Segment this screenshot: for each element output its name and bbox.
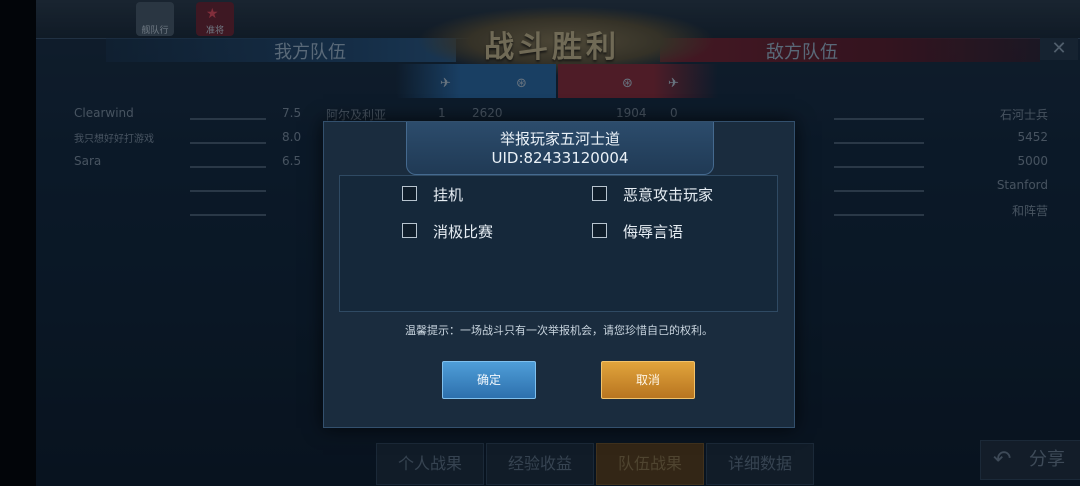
checkbox[interactable]	[402, 223, 417, 238]
player-uid: UID:82433120004	[491, 149, 629, 167]
cancel-button[interactable]: 取消	[601, 361, 695, 399]
option-label: 恶意攻击玩家	[623, 186, 714, 204]
checkbox[interactable]	[592, 223, 607, 238]
report-tip: 温馨提示：一场战斗只有一次举报机会，请您珍惜自己的权利。	[405, 324, 713, 337]
option-label: 挂机	[433, 186, 464, 204]
dialog-header: 举报玩家五河士道 UID:82433120004	[406, 122, 714, 175]
report-options: 挂机 恶意攻击玩家 消极比赛 侮辱言语	[339, 175, 778, 312]
option-label: 消极比赛	[433, 223, 494, 241]
option-label: 侮辱言语	[623, 223, 684, 241]
checkbox[interactable]	[402, 186, 417, 201]
checkbox[interactable]	[592, 186, 607, 201]
confirm-button[interactable]: 确定	[442, 361, 536, 399]
dialog-title: 举报玩家五河士道	[499, 130, 620, 148]
report-dialog: 举报玩家五河士道 UID:82433120004 挂机 恶意攻击玩家 消极比赛 …	[323, 121, 795, 428]
